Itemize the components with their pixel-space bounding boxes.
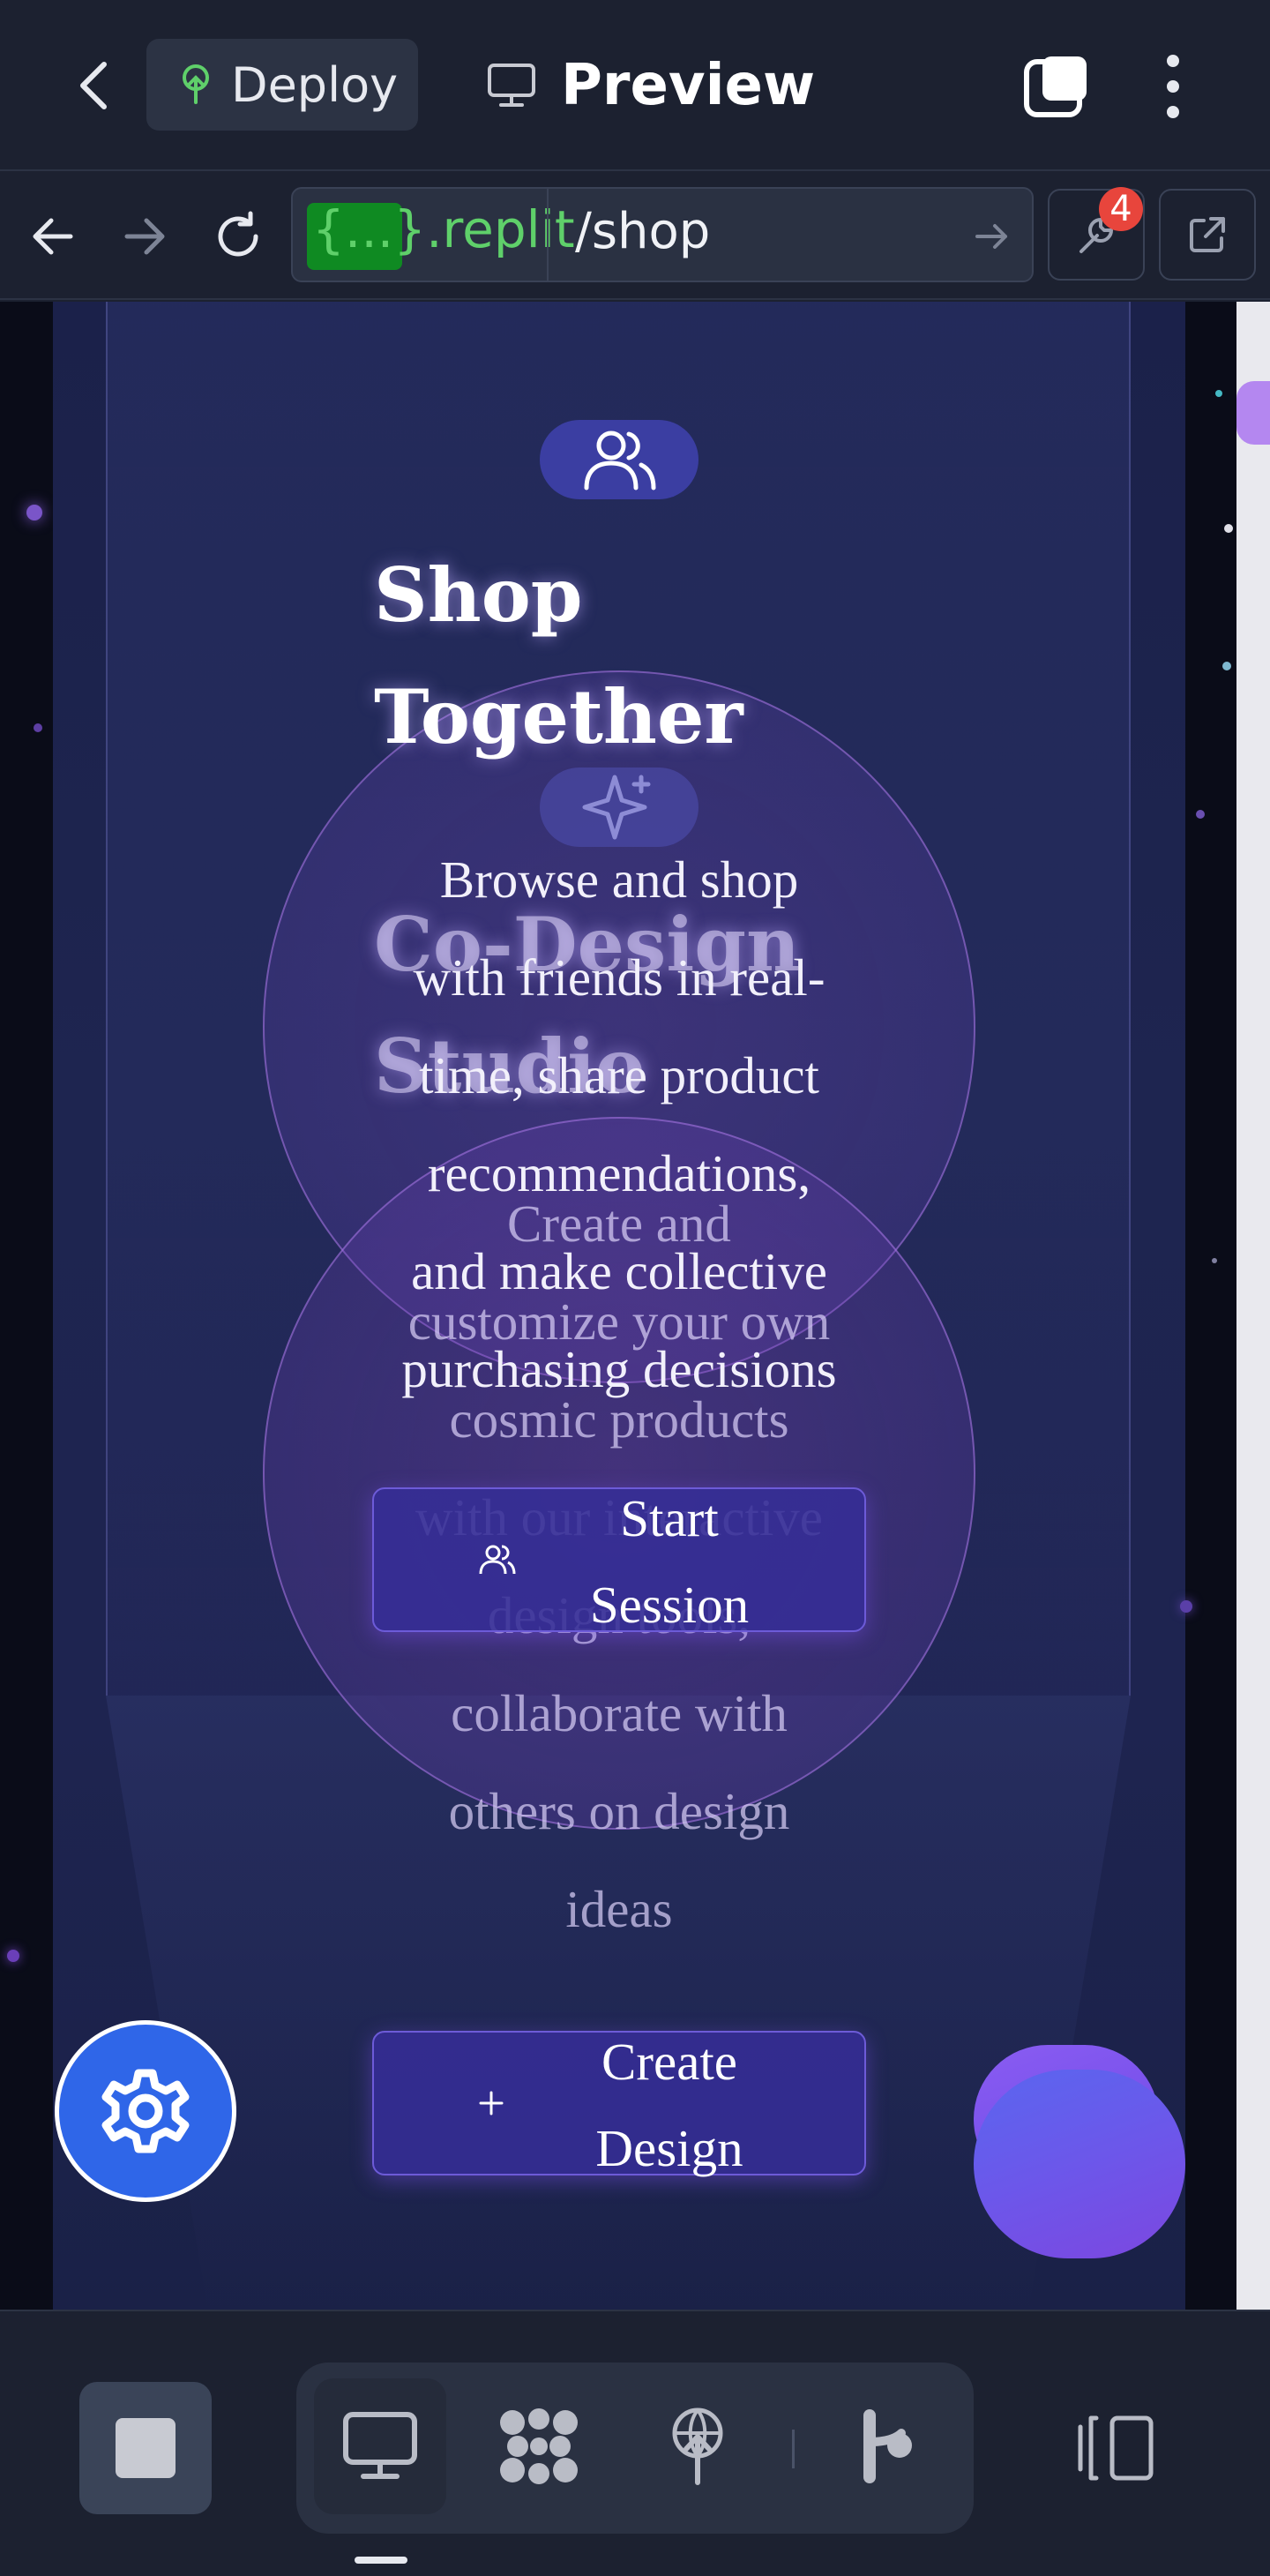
dot-icon bbox=[1167, 106, 1179, 118]
more-options-button[interactable] bbox=[1147, 49, 1199, 124]
star-decoration bbox=[1180, 1600, 1192, 1613]
nav-back-button[interactable] bbox=[21, 205, 85, 268]
desc-line: others on design bbox=[448, 1782, 790, 1840]
notification-badge: 4 bbox=[1099, 187, 1143, 231]
panel-icon bbox=[1078, 2415, 1154, 2481]
deploy-view-button[interactable] bbox=[631, 2378, 764, 2514]
go-arrow-icon[interactable] bbox=[965, 210, 1018, 263]
stop-icon bbox=[116, 2418, 176, 2478]
divider bbox=[792, 2430, 795, 2468]
tabs-button[interactable] bbox=[1023, 53, 1090, 120]
host-text: .replit bbox=[426, 199, 575, 259]
star-decoration bbox=[7, 1950, 19, 1962]
external-link-icon bbox=[1190, 217, 1225, 252]
star-decoration bbox=[1215, 390, 1222, 397]
arrow-left-icon bbox=[33, 218, 73, 255]
deploy-button[interactable]: Deploy bbox=[146, 39, 418, 131]
users-icon bbox=[584, 431, 656, 490]
tabs-icon bbox=[1024, 56, 1087, 117]
url-input[interactable]: {...}.replit /shop bbox=[291, 187, 1034, 282]
label-line: Start bbox=[620, 1489, 719, 1547]
chat-fab[interactable] bbox=[974, 2070, 1185, 2258]
start-session-button[interactable]: Start Session bbox=[372, 1487, 866, 1634]
back-button[interactable] bbox=[69, 55, 118, 116]
deploy-label: Deploy bbox=[231, 56, 399, 113]
shop-together-description: Browse and shop with friends in real- ti… bbox=[374, 831, 864, 1419]
stop-button[interactable] bbox=[79, 2382, 212, 2514]
label-line: Create bbox=[601, 2033, 737, 2091]
star-decoration bbox=[34, 723, 42, 732]
shop-together-title: Shop Together bbox=[374, 535, 868, 778]
host-badge-text: {...} bbox=[312, 199, 427, 259]
preview-view-button[interactable] bbox=[314, 2378, 446, 2514]
users-icon bbox=[479, 1545, 516, 1575]
view-switcher bbox=[296, 2363, 974, 2534]
title-line: Together bbox=[374, 673, 743, 760]
star-decoration bbox=[26, 505, 42, 520]
preview-label: Preview bbox=[561, 53, 816, 118]
monitor-icon bbox=[343, 2412, 417, 2479]
desc-line: collaborate with bbox=[451, 1684, 788, 1742]
arrow-right-icon bbox=[124, 218, 165, 255]
reload-icon bbox=[218, 211, 258, 257]
workspace-icon bbox=[500, 2408, 578, 2484]
url-bar: {...}.replit /shop 4 bbox=[0, 173, 1270, 300]
create-design-button[interactable]: Create Design bbox=[372, 2031, 866, 2177]
shop-together-icon-pill bbox=[540, 420, 698, 499]
desc-line: time, share product bbox=[419, 1046, 819, 1105]
app-toolbar: Deploy Preview bbox=[0, 0, 1270, 171]
desc-line: and make collective bbox=[411, 1242, 827, 1300]
desc-line: with friends in real- bbox=[413, 948, 826, 1007]
monitor-icon bbox=[488, 64, 535, 107]
dot-icon bbox=[1167, 55, 1179, 67]
git-view-button[interactable] bbox=[818, 2378, 951, 2514]
desc-line: recommendations, bbox=[427, 1144, 811, 1202]
workspace-view-button[interactable] bbox=[473, 2378, 605, 2514]
dot-icon bbox=[1167, 80, 1179, 93]
web-preview[interactable]: Co-Design Studio Create and customize yo… bbox=[0, 302, 1270, 2310]
label-line: Design bbox=[595, 2119, 743, 2177]
deploy-icon bbox=[672, 2408, 723, 2485]
preview-tab[interactable]: Preview bbox=[487, 46, 815, 125]
star-decoration bbox=[1212, 1258, 1217, 1263]
desc-line: Browse and shop bbox=[439, 850, 799, 909]
gear-icon bbox=[101, 2069, 190, 2153]
label-line: Session bbox=[589, 1576, 750, 1634]
scrollbar-thumb[interactable] bbox=[1236, 381, 1270, 445]
desc-line: ideas bbox=[565, 1880, 673, 1938]
reload-button[interactable] bbox=[206, 205, 270, 268]
url-path: /shop bbox=[575, 203, 711, 260]
url-host: {...}.replit bbox=[312, 199, 575, 259]
panel-toggle-button[interactable] bbox=[1067, 2400, 1164, 2497]
desc-line: purchasing decisions bbox=[401, 1340, 837, 1398]
star-decoration bbox=[1224, 524, 1233, 533]
title-line: Shop bbox=[374, 551, 583, 639]
chevron-left-icon bbox=[80, 62, 107, 109]
git-icon bbox=[863, 2409, 912, 2483]
scrollbar-track[interactable] bbox=[1236, 302, 1270, 2310]
create-design-label: Create Design bbox=[559, 2018, 780, 2191]
deploy-icon bbox=[183, 64, 209, 104]
bottom-toolbar bbox=[0, 2310, 1270, 2576]
url-divider bbox=[547, 189, 549, 281]
open-external-button[interactable] bbox=[1159, 189, 1256, 281]
star-decoration bbox=[1222, 662, 1231, 670]
start-session-label: Start Session bbox=[559, 1475, 780, 1648]
star-decoration bbox=[1196, 810, 1205, 819]
nav-forward-button[interactable] bbox=[113, 205, 176, 268]
plus-icon bbox=[479, 2091, 504, 2115]
home-indicator bbox=[355, 2557, 407, 2564]
settings-fab[interactable] bbox=[55, 2020, 236, 2202]
